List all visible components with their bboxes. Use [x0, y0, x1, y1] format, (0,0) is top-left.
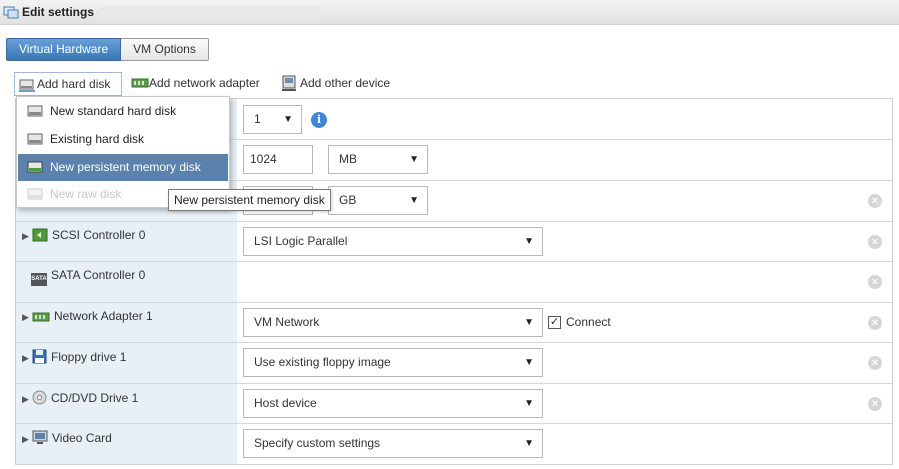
menu-item-label: Existing hard disk	[50, 132, 145, 146]
network-select[interactable]: VM Network ▼	[243, 308, 543, 337]
scsi-controller-text: SCSI Controller 0	[52, 228, 146, 242]
hard-disk-icon	[27, 105, 43, 117]
scsi-type-value: LSI Logic Parallel	[254, 234, 348, 248]
chevron-down-icon: ▼	[524, 236, 534, 247]
menu-item-label: New raw disk	[50, 187, 122, 201]
add-network-adapter-label: Add network adapter	[149, 76, 260, 90]
network-adapter-row: ▶ Network Adapter 1 VM Network ▼ ✓ Connec…	[16, 303, 892, 343]
connect-label: Connect	[566, 315, 611, 329]
hard-disk-unit-select[interactable]: GB ▼	[328, 186, 428, 215]
menu-item-label: New standard hard disk	[50, 104, 177, 118]
title-bar: Edit settings -	[0, 0, 899, 25]
video-card-row: ▶ Video Card Specify custom settings ▼	[16, 424, 892, 464]
network-adapter-text: Network Adapter 1	[54, 309, 153, 323]
expand-arrow-icon[interactable]: ▶	[22, 434, 32, 445]
menu-item-label: New persistent memory disk	[50, 160, 201, 174]
add-other-device-label: Add other device	[300, 76, 391, 90]
expand-arrow-icon[interactable]: ▶	[22, 394, 32, 405]
expand-arrow-icon[interactable]: ▶	[22, 353, 32, 364]
chevron-down-icon: ▼	[524, 357, 534, 368]
remove-scsi-controller-button[interactable]: ×	[868, 235, 882, 249]
floppy-drive-label[interactable]: ▶ Floppy drive 1	[22, 349, 126, 367]
network-adapter-icon	[32, 311, 50, 326]
memory-unit-select[interactable]: MB ▼	[328, 145, 428, 174]
tab-bar: Virtual Hardware VM Options	[6, 38, 209, 61]
tab-virtual-hardware[interactable]: Virtual Hardware	[6, 38, 122, 61]
remove-hard-disk-button[interactable]: ×	[868, 194, 882, 208]
floppy-source-select[interactable]: Use existing floppy image ▼	[243, 348, 543, 377]
hard-disk-icon	[19, 79, 35, 92]
remove-cd-dvd-drive-button[interactable]: ×	[868, 397, 882, 411]
cpu-count-select[interactable]: 1 ▼	[243, 105, 302, 134]
video-card-label[interactable]: ▶ Video Card	[22, 430, 112, 448]
chevron-down-icon: ▼	[524, 317, 534, 328]
network-adapter-label[interactable]: ▶ Network Adapter 1	[22, 309, 153, 326]
connect-checkbox[interactable]: ✓	[548, 316, 561, 329]
video-card-icon	[32, 430, 48, 448]
memory-size-input[interactable]: 1024	[243, 145, 313, 174]
floppy-drive-text: Floppy drive 1	[51, 350, 127, 364]
add-network-adapter-button[interactable]: Add network adapter	[127, 72, 260, 96]
chevron-down-icon: ▼	[409, 154, 419, 165]
video-card-text: Video Card	[52, 431, 112, 445]
window-title: Edit settings -	[22, 5, 102, 19]
sata-controller-text: SATA Controller 0	[51, 268, 146, 282]
hard-disk-icon	[27, 133, 43, 145]
chevron-down-icon: ▼	[524, 438, 534, 449]
expand-arrow-icon[interactable]: ▶	[22, 312, 32, 323]
chevron-down-icon: ▼	[409, 195, 419, 206]
info-icon[interactable]: i	[311, 112, 327, 128]
cd-dvd-source-select[interactable]: Host device ▼	[243, 389, 543, 418]
scsi-type-select[interactable]: LSI Logic Parallel ▼	[243, 227, 543, 256]
vm-settings-icon	[3, 6, 19, 19]
add-hard-disk-button[interactable]: Add hard disk	[14, 72, 122, 96]
tab-vm-options[interactable]: VM Options	[121, 38, 209, 61]
cpu-count-value: 1	[254, 112, 261, 126]
network-value: VM Network	[254, 315, 320, 329]
vm-name-placeholder	[98, 6, 320, 18]
sata-controller-icon: SATA	[31, 273, 47, 286]
chevron-down-icon: ▼	[524, 398, 534, 409]
other-device-icon	[282, 75, 296, 91]
floppy-drive-row: ▶ Floppy drive 1 Use existing floppy imag…	[16, 343, 892, 384]
memory-unit-value: MB	[339, 152, 357, 166]
menu-item-new-standard-hard-disk[interactable]: New standard hard disk	[18, 98, 228, 125]
menu-item-new-persistent-memory-disk[interactable]: New persistent memory disk	[18, 154, 228, 181]
raw-disk-icon	[27, 188, 43, 200]
hard-disk-unit-value: GB	[339, 193, 357, 207]
remove-sata-controller-button[interactable]: ×	[868, 275, 882, 289]
cd-dvd-source-value: Host device	[254, 396, 317, 410]
network-adapter-icon	[131, 78, 149, 88]
video-settings-select[interactable]: Specify custom settings ▼	[243, 429, 543, 458]
video-settings-value: Specify custom settings	[254, 436, 381, 450]
cd-dvd-icon	[32, 390, 47, 408]
chevron-down-icon: ▼	[283, 114, 293, 125]
floppy-source-value: Use existing floppy image	[254, 355, 391, 369]
scsi-controller-icon	[32, 228, 48, 245]
sata-controller-label: SATA SATA Controller 0	[31, 268, 145, 286]
expand-arrow-icon[interactable]: ▶	[22, 231, 32, 242]
scsi-controller-row: ▶ SCSI Controller 0 LSI Logic Parallel ▼ …	[16, 222, 892, 262]
add-other-device-button[interactable]: Add other device	[278, 72, 390, 96]
remove-network-adapter-button[interactable]: ×	[868, 316, 882, 330]
tooltip: New persistent memory disk	[168, 189, 331, 211]
scsi-controller-label[interactable]: ▶ SCSI Controller 0	[22, 228, 145, 245]
persistent-memory-disk-icon	[27, 161, 43, 173]
remove-floppy-drive-button[interactable]: ×	[868, 356, 882, 370]
floppy-disk-icon	[32, 349, 47, 367]
sata-controller-row: SATA SATA Controller 0 ×	[16, 262, 892, 303]
cd-dvd-drive-text: CD/DVD Drive 1	[51, 391, 139, 405]
cd-dvd-drive-row: ▶ CD/DVD Drive 1 Host device ▼ ×	[16, 384, 892, 424]
cd-dvd-drive-label[interactable]: ▶ CD/DVD Drive 1	[22, 390, 138, 408]
menu-item-existing-hard-disk[interactable]: Existing hard disk	[18, 126, 228, 153]
add-hard-disk-label: Add hard disk	[37, 77, 111, 91]
